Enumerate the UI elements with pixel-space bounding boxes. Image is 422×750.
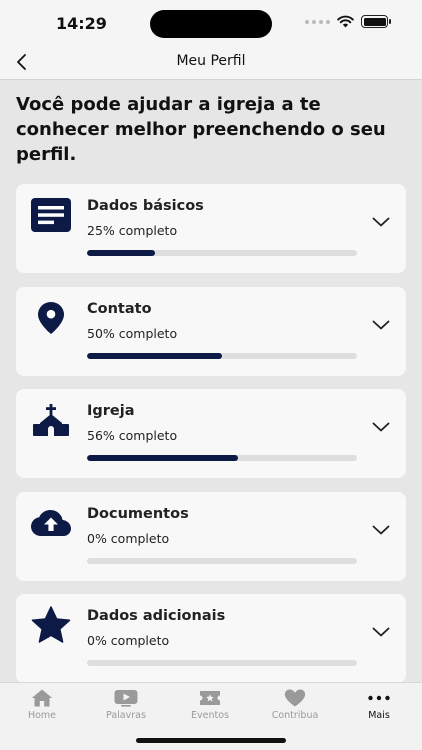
profile-section-card[interactable]: Contato 50% completo [16, 287, 406, 376]
status-icons [305, 15, 391, 28]
progress-track [87, 455, 357, 461]
chevron-down-icon [370, 211, 392, 233]
wifi-icon [337, 15, 354, 28]
tab-label: Mais [368, 710, 390, 721]
home-indicator [136, 738, 286, 743]
document-icon [30, 196, 72, 234]
section-title: Contato [87, 301, 152, 317]
progress-track [87, 250, 357, 256]
profile-section-card[interactable]: Documentos 0% completo [16, 492, 406, 581]
intro-text: Você pode ajudar a igreja a te conhecer … [16, 94, 386, 165]
section-title: Documentos [87, 506, 189, 522]
tab-label: Contribua [271, 710, 319, 721]
star-icon [30, 606, 72, 644]
more-icon [368, 695, 390, 701]
navigation-bar: Meu Perfil [0, 44, 422, 80]
profile-section-card[interactable]: Igreja 56% completo [16, 389, 406, 478]
church-icon [30, 401, 72, 439]
progress-bar [87, 455, 239, 461]
progress-track [87, 660, 357, 666]
chevron-down-icon [370, 621, 392, 643]
tab-eventos[interactable]: Eventos [168, 689, 252, 725]
section-progress-label: 0% completo [87, 633, 170, 648]
battery-icon [361, 15, 391, 28]
section-progress-label: 0% completo [87, 531, 170, 546]
progress-track [87, 353, 357, 359]
tab-contribua[interactable]: Contribua [253, 689, 337, 725]
progress-bar [87, 353, 222, 359]
chevron-down-icon [370, 416, 392, 438]
section-title: Igreja [87, 403, 135, 419]
tab-label: Palavras [106, 710, 146, 721]
status-time: 14:29 [56, 14, 107, 33]
tab-home[interactable]: Home [0, 689, 84, 725]
ticket-icon [200, 691, 220, 705]
heart-icon [284, 689, 306, 707]
play-icon [114, 690, 138, 707]
page-title: Meu Perfil [176, 53, 246, 69]
cloud-upload-icon [30, 504, 72, 542]
tab-mais[interactable]: Mais [337, 689, 421, 725]
section-progress-label: 56% completo [87, 428, 178, 443]
profile-section-card[interactable]: Dados básicos 25% completo [16, 184, 406, 273]
tab-palavras[interactable]: Palavras [84, 689, 168, 725]
chevron-down-icon [370, 314, 392, 336]
section-title: Dados adicionais [87, 608, 226, 624]
home-icon [31, 689, 53, 707]
tab-label: Home [27, 710, 57, 721]
map-pin-icon [30, 299, 72, 337]
dynamic-island [150, 10, 272, 38]
section-title: Dados básicos [87, 198, 204, 214]
status-bar: 14:29 [0, 0, 422, 44]
tab-label: Eventos [191, 710, 229, 721]
progress-track [87, 558, 357, 564]
section-progress-label: 50% completo [87, 326, 178, 341]
progress-bar [87, 250, 155, 256]
section-progress-label: 25% completo [87, 223, 178, 238]
profile-section-card[interactable]: Dados adicionais 0% completo [16, 594, 406, 683]
chevron-down-icon [370, 519, 392, 541]
cellular-signal-icon [305, 19, 330, 24]
